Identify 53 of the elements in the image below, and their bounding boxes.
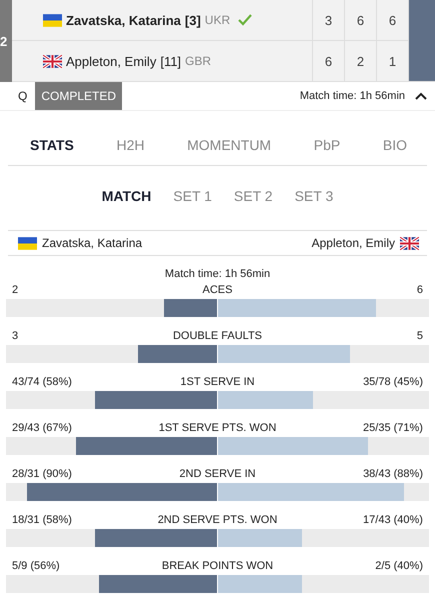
set-score: 3 xyxy=(312,0,344,40)
flag-icon xyxy=(400,236,419,250)
stat-value: 38/43 (88%) xyxy=(363,468,423,480)
stat-value: 35/78 (45%) xyxy=(363,376,423,388)
match-time: Match time: 1h 56min xyxy=(164,268,272,280)
player-name[interactable]: Zavatska, Katarina xyxy=(66,12,181,28)
flag-icon xyxy=(18,236,37,250)
flag-icon xyxy=(43,14,62,26)
stat-label: 1ST SERVE IN xyxy=(180,376,255,388)
tab[interactable]: MOMENTUM xyxy=(187,137,272,153)
match-time: Match time: 1h 56min xyxy=(300,90,405,102)
country-code: GBR xyxy=(185,54,212,68)
stat-label: BREAK POINTS WON xyxy=(162,560,274,572)
stat-value: 18/31 (58%) xyxy=(12,514,72,526)
player-name[interactable]: Appleton, Emily xyxy=(66,54,156,68)
tab[interactable]: PbP xyxy=(314,137,340,153)
stat-value: 6 xyxy=(416,284,423,296)
stat-value: 2/5 (40%) xyxy=(375,560,423,572)
tab[interactable]: STATS xyxy=(30,137,74,153)
stat-label: 1ST SERVE PTS. WON xyxy=(158,422,276,434)
player-seed: [11] xyxy=(160,54,182,68)
stat-value: 28/31 (90%) xyxy=(12,468,72,480)
set-tab[interactable]: MATCH xyxy=(102,188,152,204)
stat-label: ACES xyxy=(202,284,232,296)
stat-value: 43/74 (58%) xyxy=(12,376,72,388)
set-score: 2 xyxy=(344,41,376,81)
country-code: UKR xyxy=(204,13,230,27)
stat-label: 2ND SERVE PTS. WON xyxy=(158,514,278,526)
stat-value: 2 xyxy=(12,284,18,296)
set-score: 6 xyxy=(312,41,344,81)
stat-value: 5/9 (56%) xyxy=(12,560,60,572)
stat-value: 17/43 (40%) xyxy=(363,514,423,526)
set-score: 6 xyxy=(344,0,376,40)
set-tab[interactable]: SET 3 xyxy=(294,188,334,204)
round-number: 2 xyxy=(0,0,12,82)
stat-value: 3 xyxy=(12,330,18,342)
tab[interactable]: H2H xyxy=(116,137,144,153)
stat-label: 2ND SERVE IN xyxy=(179,468,256,480)
caret-icon[interactable] xyxy=(415,92,427,100)
player-seed: [3] xyxy=(184,12,201,28)
stat-value: 25/35 (71%) xyxy=(363,422,423,434)
set-tab[interactable]: SET 1 xyxy=(173,188,212,204)
set-tab[interactable]: SET 2 xyxy=(234,188,273,204)
stat-value: 29/43 (67%) xyxy=(12,422,72,434)
stat-label: DOUBLE FAULTS xyxy=(172,330,262,342)
qualifier-label: Q xyxy=(17,89,28,103)
flag-icon xyxy=(43,54,62,68)
player-name: Appleton, Emily xyxy=(312,236,395,250)
player-name: Zavatska, Katarina xyxy=(42,236,142,250)
stat-value: 5 xyxy=(416,330,423,342)
check-icon xyxy=(238,14,252,26)
tab[interactable]: BIO xyxy=(382,137,407,153)
status-badge: COMPLETED xyxy=(35,82,122,110)
